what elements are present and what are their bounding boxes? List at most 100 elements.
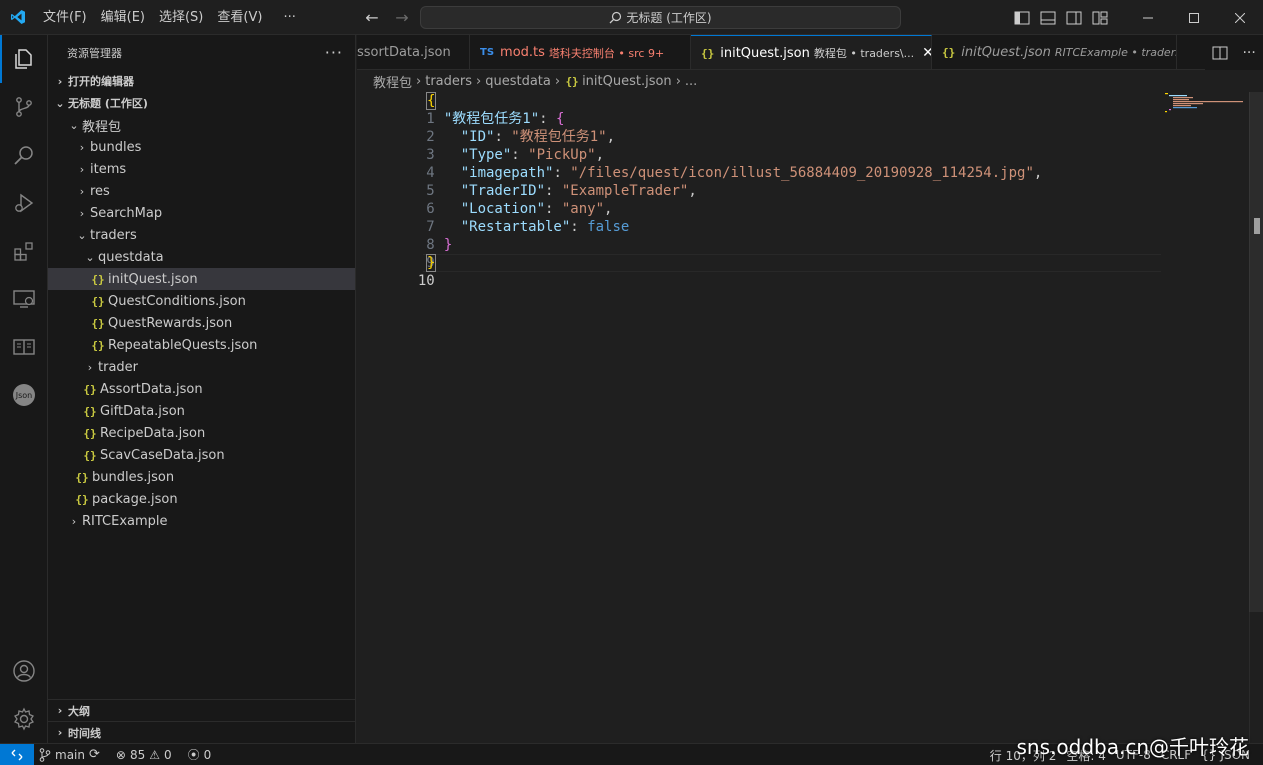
tree-folder[interactable]: ⌄ traders: [48, 224, 355, 246]
close-tab-icon[interactable]: ✕: [922, 45, 931, 61]
tree-file[interactable]: {} RepeatableQuests.json: [48, 334, 355, 356]
json-key: "Location": [460, 201, 546, 217]
forward-arrow-icon[interactable]: →: [392, 8, 412, 27]
code-line: 6 "TraderID": "ExampleTrader",: [357, 182, 1167, 217]
scrollbar-thumb[interactable]: [1249, 92, 1263, 612]
json-value: false: [587, 219, 630, 235]
open-editors-section[interactable]: › 打开的编辑器: [48, 70, 355, 92]
code-editor[interactable]: 1{ 2 "教程包任务1": { 3 "ID": "教程包任务1", 4 "Ty…: [357, 92, 1263, 743]
tree-file[interactable]: {} bundles.json: [48, 466, 355, 488]
tab-initquest-preview[interactable]: {} initQuest.json RITCExample • traders\…: [932, 35, 1177, 69]
tree-folder[interactable]: › trader: [48, 356, 355, 378]
menu-selection[interactable]: 选择(S): [152, 0, 210, 35]
tab-label: ssortData.json: [357, 45, 451, 60]
tree-folder[interactable]: › SearchMap: [48, 202, 355, 224]
source-control-icon[interactable]: [0, 83, 48, 131]
tree-folder[interactable]: › RITCExample: [48, 510, 355, 532]
menu-file[interactable]: 文件(F): [36, 0, 94, 35]
tree-item-label: AssortData.json: [100, 381, 203, 397]
tree-file[interactable]: {} AssortData.json: [48, 378, 355, 400]
json-file-icon: {}: [75, 470, 89, 484]
remote-indicator-icon[interactable]: [0, 743, 34, 765]
back-arrow-icon[interactable]: ←: [362, 8, 382, 27]
json-file-icon: {}: [91, 294, 105, 308]
breadcrumb-item[interactable]: questdata: [485, 74, 551, 89]
json-tool-icon[interactable]: Json: [0, 371, 48, 419]
breadcrumb-item[interactable]: initQuest.json: [582, 74, 672, 89]
split-editor-icon[interactable]: [1212, 46, 1228, 60]
tree-folder[interactable]: ⌄ questdata: [48, 246, 355, 268]
search-view-icon[interactable]: [0, 131, 48, 179]
menu-view[interactable]: 查看(V): [210, 0, 269, 35]
tree-item-label: initQuest.json: [108, 271, 198, 287]
sync-icon[interactable]: ⟳: [89, 747, 100, 762]
tree-folder[interactable]: › bundles: [48, 136, 355, 158]
ports-indicator[interactable]: ⦿ 0: [183, 746, 217, 763]
chevron-down-icon: ⌄: [55, 96, 65, 110]
tree-folder[interactable]: ⌄ 教程包: [48, 114, 355, 136]
timeline-section[interactable]: › 时间线: [48, 721, 356, 743]
tree-item-label: package.json: [92, 491, 178, 507]
tree-file[interactable]: {} ScavCaseData.json: [48, 444, 355, 466]
workspace-section[interactable]: ⌄ 无标题 (工作区): [48, 92, 355, 114]
command-center-search[interactable]: 无标题 (工作区): [420, 6, 901, 29]
tab-initquest-active[interactable]: {} initQuest.json 教程包 • traders\... ✕: [691, 35, 932, 69]
branch-indicator[interactable]: main ⟳: [34, 747, 105, 762]
tree-item-label: questdata: [98, 249, 164, 265]
editor-scrollbar[interactable]: [1249, 92, 1263, 743]
menu-more[interactable]: ···: [269, 0, 302, 35]
explorer-title: 资源管理器: [67, 46, 122, 60]
more-actions-icon[interactable]: ···: [325, 43, 343, 62]
json-file-icon: {}: [91, 316, 105, 330]
json-file-icon: {}: [83, 426, 97, 440]
tree-file[interactable]: {} GiftData.json: [48, 400, 355, 422]
tab-assortdata[interactable]: ssortData.json: [357, 35, 470, 69]
file-tree: ⌄ 教程包 › bundles › items › res › SearchMap ⌄ traders…: [48, 114, 355, 532]
breadcrumb-item[interactable]: 教程包: [373, 72, 412, 91]
problems-indicator[interactable]: ⊗ 85 ⚠ 0: [111, 748, 177, 762]
tree-file[interactable]: {} QuestConditions.json: [48, 290, 355, 312]
tree-folder[interactable]: › items: [48, 158, 355, 180]
tree-folder[interactable]: › res: [48, 180, 355, 202]
tab-mod-ts[interactable]: TS mod.ts 塔科夫控制台 • src 9+: [470, 35, 691, 69]
toggle-secondary-sidebar-icon[interactable]: [1061, 0, 1087, 35]
tree-item-label: RepeatableQuests.json: [108, 337, 258, 353]
maximize-icon[interactable]: [1171, 0, 1217, 35]
tree-file[interactable]: {} QuestRewards.json: [48, 312, 355, 334]
toggle-panel-icon[interactable]: [1035, 0, 1061, 35]
code-line: 8 "Restartable": false: [357, 218, 1167, 253]
activity-bar: Json: [0, 35, 48, 743]
chevron-down-icon: ⌄: [77, 228, 87, 242]
tree-file[interactable]: {} initQuest.json: [48, 268, 355, 290]
explorer-sidebar: 资源管理器 ··· › 打开的编辑器 ⌄ 无标题 (工作区) ⌄ 教程包 › bund…: [48, 35, 356, 743]
settings-gear-icon[interactable]: [0, 695, 48, 743]
account-icon[interactable]: [0, 647, 48, 695]
breadcrumb-item[interactable]: ...: [685, 74, 697, 89]
run-debug-icon[interactable]: [0, 179, 48, 227]
minimap[interactable]: [1165, 92, 1245, 122]
more-tab-actions-icon[interactable]: ···: [1242, 45, 1255, 61]
breadcrumb-item[interactable]: traders: [425, 74, 472, 89]
search-box-label: 无标题 (工作区): [626, 11, 712, 25]
chevron-down-icon: ⌄: [85, 250, 95, 264]
extensions-icon[interactable]: [0, 227, 48, 275]
tree-item-label: trader: [98, 359, 139, 375]
explorer-icon[interactable]: [0, 35, 48, 83]
chevron-right-icon: ›: [476, 73, 482, 89]
broadcast-icon: ⦿: [187, 748, 200, 762]
tab-description: 塔科夫控制台 • src 9+: [548, 46, 665, 60]
customize-layout-icon[interactable]: [1087, 0, 1113, 35]
minimize-icon[interactable]: [1125, 0, 1171, 35]
tree-file[interactable]: {} package.json: [48, 488, 355, 510]
json-file-icon: {}: [701, 46, 715, 60]
outline-section[interactable]: › 大纲: [48, 699, 356, 721]
search-icon: [609, 11, 622, 24]
toggle-primary-sidebar-icon[interactable]: [1009, 0, 1035, 35]
tree-file[interactable]: {} RecipeData.json: [48, 422, 355, 444]
json-file-icon: {}: [83, 404, 97, 418]
menu-edit[interactable]: 编辑(E): [94, 0, 152, 35]
remote-explorer-icon[interactable]: [0, 275, 48, 323]
close-window-icon[interactable]: [1217, 0, 1263, 35]
book-reader-icon[interactable]: [0, 323, 48, 371]
tree-item-label: SearchMap: [90, 205, 163, 221]
